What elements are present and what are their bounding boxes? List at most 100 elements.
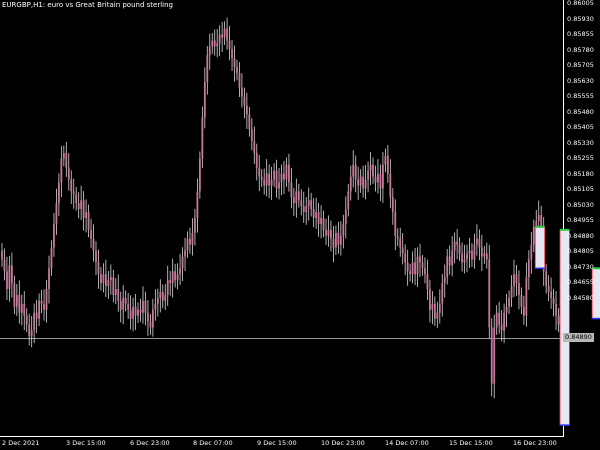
candle-body — [278, 182, 280, 189]
candle-body — [476, 238, 478, 245]
candle-body — [478, 238, 481, 248]
candle-body — [255, 152, 258, 168]
candle-body — [208, 46, 211, 56]
candle-body — [43, 303, 45, 310]
candle-body — [349, 176, 352, 192]
candle-body — [547, 286, 550, 292]
candle-body — [55, 203, 58, 224]
candle-body — [226, 28, 228, 41]
candle-body — [347, 191, 350, 210]
price-chart-plot[interactable] — [0, 0, 600, 450]
candle-body — [441, 283, 444, 304]
candle-body — [527, 259, 530, 278]
candle-body — [50, 247, 53, 269]
chart-title: EURGBP,H1: euro vs Great Britain pound s… — [2, 1, 173, 9]
candle-body — [424, 268, 426, 275]
candle-body — [374, 176, 377, 183]
candle-body — [139, 309, 142, 313]
candle-body — [253, 141, 256, 153]
candle-body — [80, 200, 83, 210]
candle-body — [485, 253, 488, 260]
candle-body — [557, 315, 560, 325]
candle-body — [285, 164, 288, 180]
candle-body — [137, 309, 139, 316]
candle-body — [461, 253, 463, 263]
candle-body — [406, 262, 409, 272]
candle-body — [550, 291, 553, 298]
candle-body — [124, 297, 127, 304]
candle-body — [530, 244, 533, 260]
price-tick-label: 0.85405 — [567, 123, 594, 131]
candle-body — [198, 158, 201, 192]
candle-body — [545, 271, 548, 287]
time-tick-label: 10 Dec 23:00 — [321, 439, 365, 447]
price-tick-label: 0.85180 — [567, 169, 594, 178]
candle-body — [320, 218, 322, 224]
candle-body — [203, 81, 206, 118]
candle-body — [384, 155, 387, 165]
candle-body — [171, 271, 174, 284]
chart-window[interactable]: EURGBP,H1: euro vs Great Britain pound s… — [0, 0, 600, 450]
candle-body — [305, 206, 308, 213]
candle-body — [302, 206, 305, 213]
candle-body — [364, 179, 367, 189]
candle-body — [77, 203, 80, 210]
candle-body — [473, 244, 476, 260]
candle-body — [194, 218, 196, 233]
candle-body — [377, 173, 379, 183]
candle-body — [510, 286, 513, 298]
candle-body — [438, 303, 441, 313]
candle-body — [463, 259, 466, 263]
price-tick-label: 0.85780 — [567, 45, 594, 54]
candle-body — [471, 250, 473, 260]
candle-body — [154, 303, 157, 310]
candle-body — [523, 306, 525, 316]
candle-body — [166, 280, 169, 295]
candle-body — [35, 312, 38, 319]
candle-body — [332, 238, 335, 248]
candle-body — [411, 262, 414, 275]
time-tick-label: 3 Dec 15:00 — [66, 439, 106, 447]
candle-body — [312, 209, 315, 218]
candle-body — [82, 200, 85, 218]
candle-body — [119, 300, 122, 310]
candle-body — [367, 170, 369, 180]
candle-body — [280, 173, 283, 183]
candle-body — [344, 209, 347, 224]
candle-body — [322, 218, 325, 230]
candle-body — [273, 170, 275, 180]
candle-body — [144, 300, 147, 313]
candle-body — [62, 152, 65, 159]
candle-body — [95, 250, 97, 263]
price-tick-label: 0.85030 — [567, 200, 594, 209]
candle-body — [300, 200, 303, 207]
candle-body — [134, 306, 137, 316]
candle-body — [466, 253, 468, 260]
candle-body — [6, 271, 8, 290]
candle-body — [505, 306, 508, 313]
price-tick-label: 0.84655 — [567, 278, 594, 286]
candle-body — [221, 34, 224, 38]
candle-body — [156, 297, 159, 304]
candle-body — [241, 87, 243, 97]
candle-body — [513, 274, 515, 287]
highlight-box — [559, 229, 570, 426]
candle-body — [416, 256, 419, 275]
candle-body — [401, 247, 404, 254]
candle-body — [414, 262, 416, 275]
candle-body — [201, 117, 204, 159]
candle-body — [127, 303, 130, 310]
candle-body — [335, 232, 337, 248]
candle-body — [238, 73, 241, 88]
candle-body — [339, 235, 342, 245]
candle-body — [342, 223, 345, 236]
candle-body — [290, 182, 293, 198]
candle-body — [292, 197, 295, 204]
candle-body — [404, 253, 407, 263]
candle-body — [386, 155, 389, 174]
candle-body — [13, 283, 16, 307]
candle-body — [362, 176, 365, 189]
candle-body — [498, 312, 501, 325]
candle-body — [57, 182, 60, 204]
candle-body — [184, 250, 186, 257]
